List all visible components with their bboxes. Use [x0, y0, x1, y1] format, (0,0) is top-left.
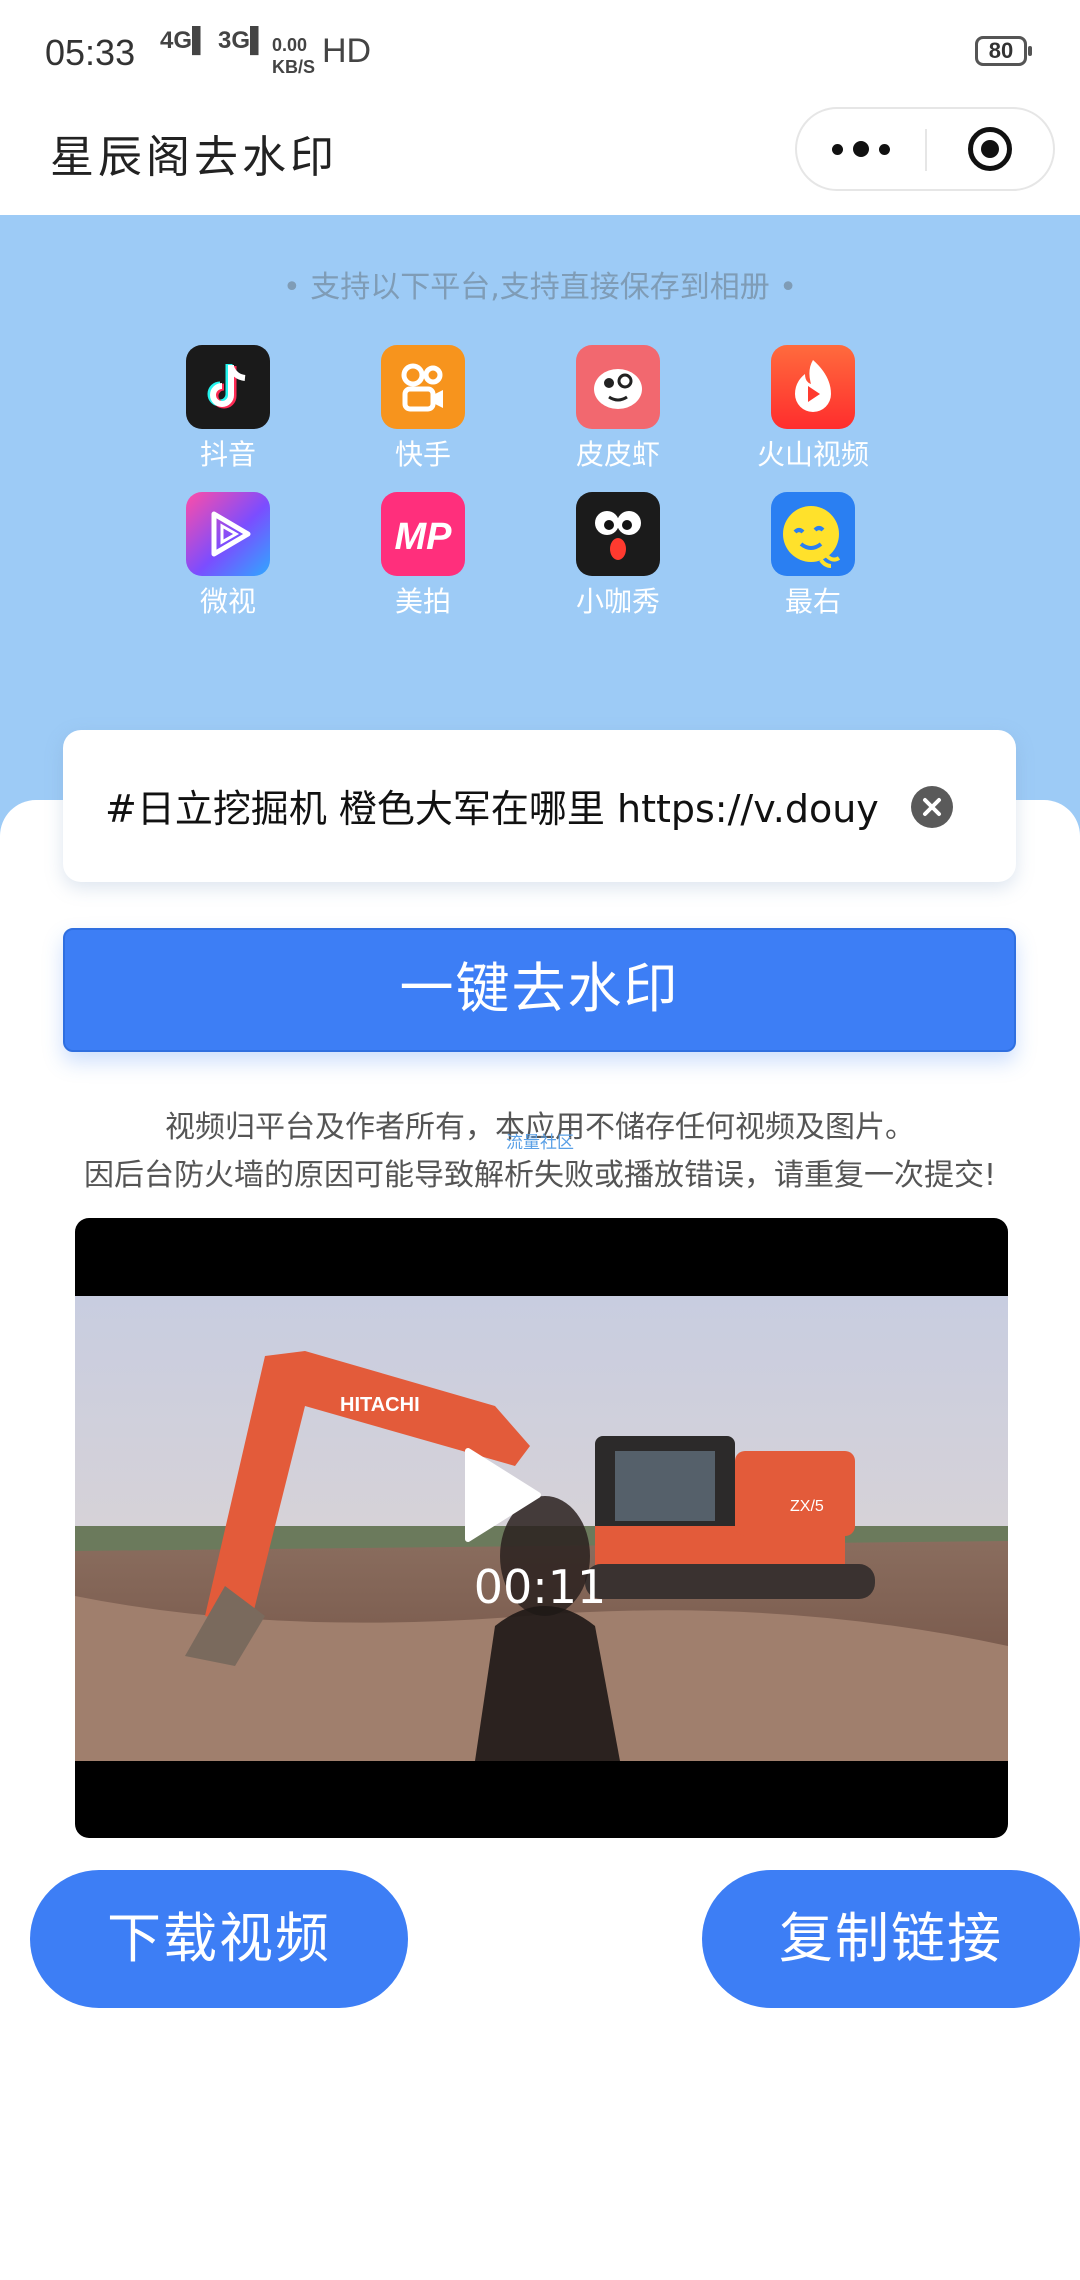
platform-weishi[interactable]: 微视 — [148, 492, 308, 620]
play-icon[interactable] — [458, 1445, 544, 1545]
platform-xiaokaxiu[interactable]: 小咖秀 — [538, 492, 698, 620]
platform-huoshan[interactable]: 火山视频 — [733, 345, 893, 473]
video-watermark: 流量社区 — [506, 1133, 574, 1153]
platform-kuaishou[interactable]: 快手 — [343, 345, 503, 473]
remove-watermark-button[interactable]: 一键去水印 — [63, 928, 1016, 1052]
platform-label: 火山视频 — [756, 438, 869, 471]
platform-label: 抖音 — [199, 438, 256, 471]
platform-douyin[interactable]: 抖音 — [148, 345, 308, 473]
platform-subtitle: • 支持以下平台,支持直接保存到相册 • — [283, 270, 797, 305]
close-mini-program-button[interactable] — [927, 109, 1053, 189]
dot-icon — [879, 143, 890, 155]
model-text: ZX/5 — [790, 1498, 824, 1515]
copy-link-button[interactable]: 复制链接 — [702, 1870, 1080, 2008]
signal-4g-icon: 4G▌ — [160, 27, 210, 54]
dot-icon — [853, 141, 869, 157]
xiaokaxiu-icon — [576, 492, 660, 576]
platform-label: 快手 — [394, 438, 451, 471]
platform-label: 微视 — [199, 585, 256, 618]
url-input-card: #日立挖掘机 橙色大军在哪里 https://v.douy — [63, 730, 1016, 882]
clear-input-icon[interactable] — [911, 786, 953, 828]
meipai-icon: MP — [381, 492, 465, 576]
brand-text: HITACHI — [340, 1394, 420, 1416]
pipixia-icon — [576, 345, 660, 429]
svg-text:MP: MP — [395, 516, 453, 558]
huoshan-icon — [771, 345, 855, 429]
mini-program-capsule — [795, 107, 1055, 191]
platform-meipai[interactable]: MP 美拍 — [343, 492, 503, 620]
signal-3g-icon: 3G▌ — [218, 27, 268, 54]
network-speed: 0.00 KB/S — [272, 35, 316, 77]
platform-label: 最右 — [784, 585, 841, 618]
battery-icon: 80 — [975, 36, 1032, 66]
status-bar: 05:33 4G▌ 3G▌ 0.00 KB/S HD 80 — [0, 0, 1080, 105]
douyin-icon — [186, 345, 270, 429]
platform-label: 美拍 — [394, 585, 451, 618]
platform-label: 皮皮虾 — [575, 438, 660, 471]
more-options-button[interactable] — [797, 109, 925, 189]
status-time: 05:33 — [45, 32, 136, 73]
weishi-icon — [186, 492, 270, 576]
url-input[interactable]: #日立挖掘机 橙色大军在哪里 https://v.douy — [105, 778, 935, 833]
hd-indicator: HD — [322, 32, 372, 70]
target-circle-icon — [968, 127, 1012, 171]
app-header: 星辰阁去水印 — [0, 105, 1080, 215]
platform-zuiyou[interactable]: 最右 — [733, 492, 893, 620]
video-duration: 00:11 — [473, 1560, 607, 1614]
platform-label: 小咖秀 — [575, 585, 660, 618]
platform-pipixia[interactable]: 皮皮虾 — [538, 345, 698, 473]
download-video-button[interactable]: 下载视频 — [30, 1870, 408, 2008]
notice-line-2: 因后台防火墙的原因可能导致解析失败或播放错误，请重复一次提交! — [83, 1158, 997, 1193]
app-title: 星辰阁去水印 — [50, 132, 338, 183]
zuiyou-icon — [771, 492, 855, 576]
dot-icon — [832, 143, 843, 155]
kuaishou-icon — [381, 345, 465, 429]
